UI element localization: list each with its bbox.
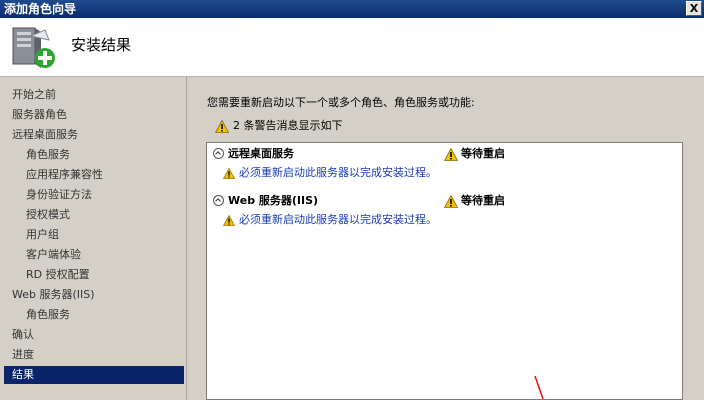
nav-item-client-experience[interactable]: 客户端体验 <box>4 246 184 264</box>
instruction-text: 您需要重新启动以下一个或多个角色、角色服务或功能: <box>207 96 475 109</box>
result-status-text: 等待重启 <box>461 147 505 160</box>
wizard-header: 安装结果 <box>0 18 704 77</box>
nav-item-licensing-mode[interactable]: 授权模式 <box>4 206 184 224</box>
server-add-icon <box>12 27 55 68</box>
nav-item-web-server[interactable]: Web 服务器(IIS) <box>4 286 184 304</box>
result-header[interactable]: Web 服务器(IIS) <box>213 192 318 210</box>
result-status-text: 等待重启 <box>461 194 505 207</box>
result-role-name: 远程桌面服务 <box>228 147 294 160</box>
wizard-nav: 开始之前 服务器角色 远程桌面服务 角色服务 应用程序兼容性 身份验证方法 授权… <box>0 77 187 400</box>
page-title: 安装结果 <box>71 36 132 54</box>
window-title: 添加角色向导 <box>4 2 77 16</box>
warning-summary-text: 2 条警告消息显示如下 <box>233 119 343 132</box>
collapse-chevron-icon[interactable] <box>213 147 224 159</box>
warning-icon <box>443 147 459 161</box>
result-header[interactable]: 远程桌面服务 <box>213 145 294 163</box>
close-button[interactable]: X <box>686 1 702 16</box>
nav-item-before-you-begin[interactable]: 开始之前 <box>4 86 184 104</box>
result-role-name: Web 服务器(IIS) <box>228 194 319 207</box>
nav-item-results[interactable]: 结果 <box>4 366 184 384</box>
result-status: 等待重启 <box>443 145 505 163</box>
warning-summary: 2 条警告消息显示如下 <box>214 117 343 135</box>
result-message: 必须重新启动此服务器以完成安装过程。 <box>222 164 437 182</box>
result-message: 必须重新启动此服务器以完成安装过程。 <box>222 211 437 229</box>
nav-item-server-roles[interactable]: 服务器角色 <box>4 106 184 124</box>
warning-icon <box>222 167 236 179</box>
nav-item-auth-method[interactable]: 身份验证方法 <box>4 186 184 204</box>
nav-item-confirmation[interactable]: 确认 <box>4 326 184 344</box>
warning-icon <box>222 214 236 226</box>
nav-item-remote-desktop-services[interactable]: 远程桌面服务 <box>4 126 184 144</box>
red-arrow-annotation-icon <box>534 375 544 400</box>
result-status: 等待重启 <box>443 192 505 210</box>
results-panel: 远程桌面服务 等待重启 必须重新启动此服务器以完成安装过程。 Web 服务器(I… <box>206 142 683 400</box>
nav-item-app-compatibility[interactable]: 应用程序兼容性 <box>4 166 184 184</box>
nav-item-role-services[interactable]: 角色服务 <box>4 146 184 164</box>
result-message-text: 必须重新启动此服务器以完成安装过程。 <box>239 166 437 179</box>
main-content: 您需要重新启动以下一个或多个角色、角色服务或功能: 2 条警告消息显示如下 远程… <box>187 77 704 400</box>
nav-item-rd-licensing-config[interactable]: RD 授权配置 <box>4 266 184 284</box>
nav-item-web-role-services[interactable]: 角色服务 <box>4 306 184 324</box>
warning-icon <box>214 119 230 133</box>
nav-item-progress[interactable]: 进度 <box>4 346 184 364</box>
title-bar: 添加角色向导 X <box>0 0 704 18</box>
collapse-chevron-icon[interactable] <box>213 194 224 206</box>
warning-icon <box>443 194 459 208</box>
result-message-text: 必须重新启动此服务器以完成安装过程。 <box>239 213 437 226</box>
nav-item-user-groups[interactable]: 用户组 <box>4 226 184 244</box>
